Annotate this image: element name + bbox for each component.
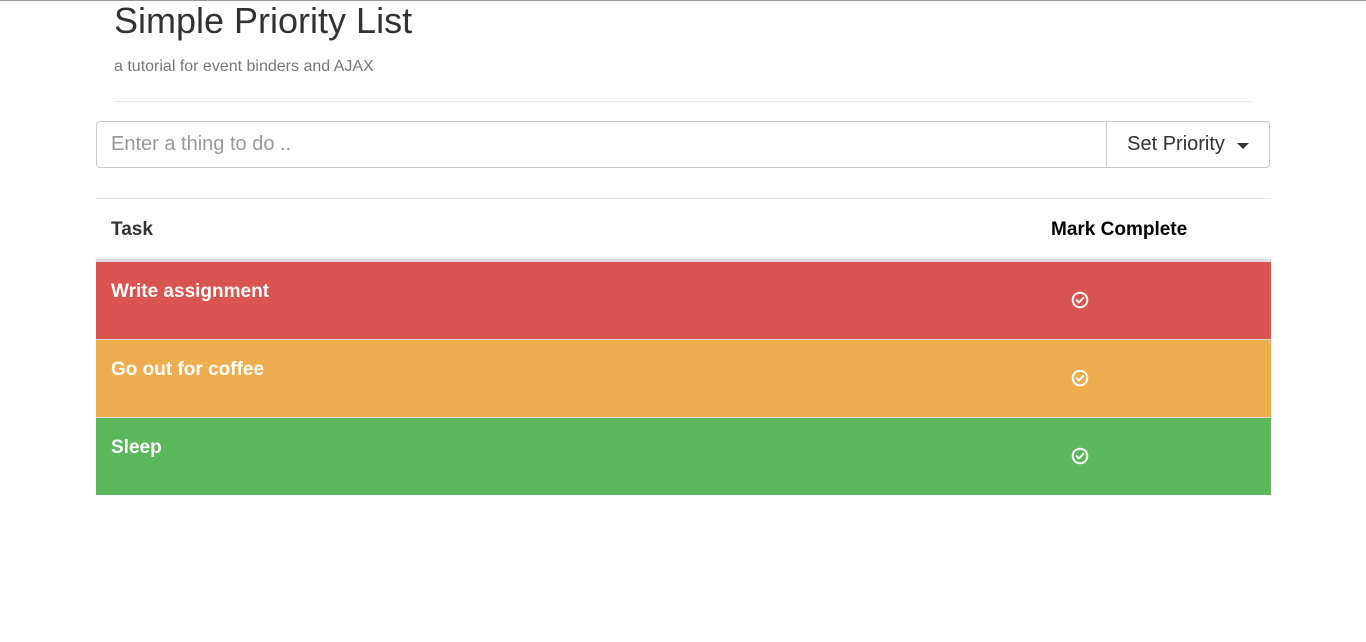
task-input[interactable] — [96, 121, 1107, 168]
set-priority-dropdown[interactable]: Set Priority — [1106, 121, 1270, 168]
caret-down-icon — [1236, 143, 1249, 149]
table-row: Sleep — [96, 417, 1271, 495]
check-circle-icon[interactable] — [1071, 447, 1089, 465]
task-label: Write assignment — [111, 281, 270, 302]
table-header: Task Mark Complete — [96, 198, 1271, 261]
table-row: Go out for coffee — [96, 339, 1271, 417]
check-circle-icon[interactable] — [1071, 369, 1089, 387]
task-table: Task Mark Complete Write assignment Go o… — [96, 198, 1271, 495]
task-label: Sleep — [111, 437, 162, 458]
column-header-mark-complete: Mark Complete — [1051, 219, 1188, 240]
table-row: Write assignment — [96, 261, 1271, 339]
page-subtitle: a tutorial for event binders and AJAX — [114, 58, 374, 75]
set-priority-label: Set Priority — [1127, 133, 1225, 155]
page-header: Simple Priority List a tutorial for even… — [114, 0, 1252, 102]
page-title: Simple Priority List — [114, 0, 413, 41]
add-task-form: Set Priority — [96, 121, 1270, 168]
column-header-task: Task — [111, 219, 153, 240]
check-circle-icon[interactable] — [1071, 291, 1089, 309]
task-label: Go out for coffee — [111, 359, 265, 380]
